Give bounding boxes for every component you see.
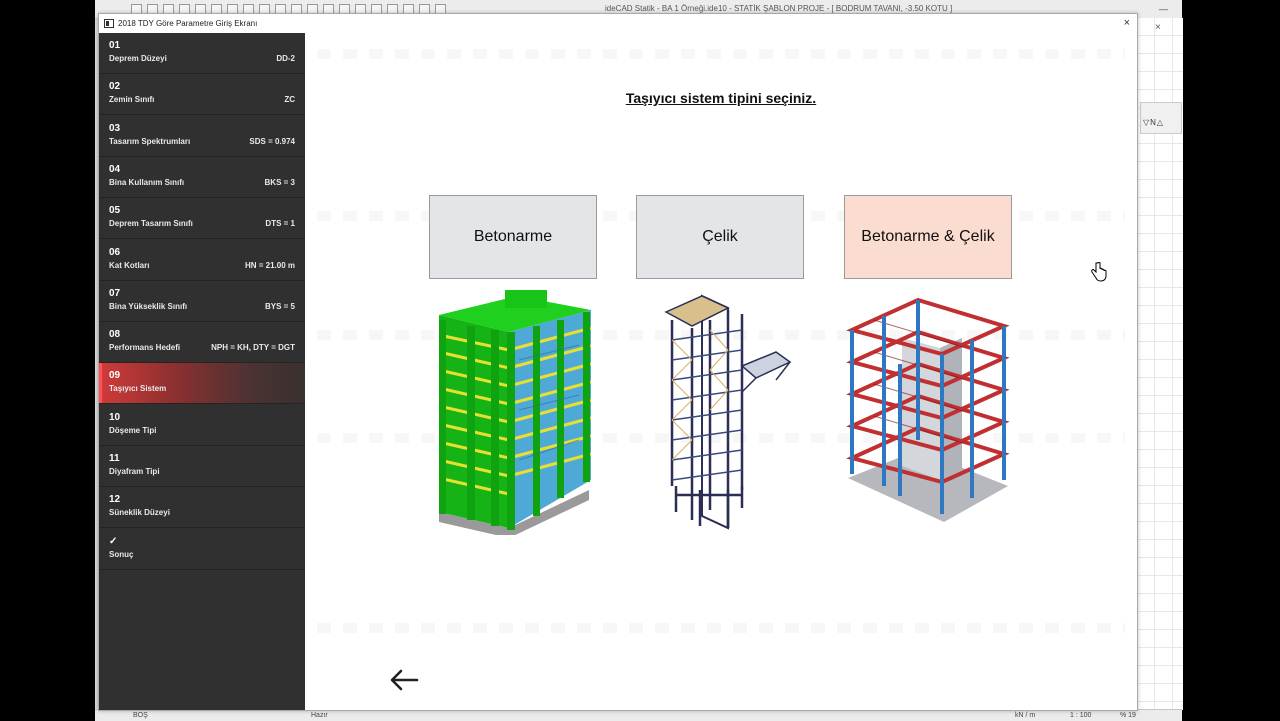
step-item-05[interactable]: 05 Deprem Tasarım Sınıfı DTS = 1 <box>99 198 305 240</box>
reinforced-concrete-building-image <box>438 290 592 535</box>
step-label: Kat Kotları <box>109 260 150 270</box>
step-label: Döşeme Tipi <box>109 425 157 435</box>
step-number: 05 <box>109 205 121 217</box>
step-item-09[interactable]: 09 Taşıyıcı Sistem <box>99 363 305 405</box>
dialog-title: 2018 TDY Göre Parametre Giriş Ekranı <box>118 19 258 28</box>
step-item-03[interactable]: 03 Tasarım Spektrumları SDS = 0.974 <box>99 116 305 157</box>
step-number: ✓ <box>109 535 118 547</box>
step-item-01[interactable]: 01 Deprem Düzeyi DD-2 <box>99 33 305 74</box>
step-number: 12 <box>109 494 121 506</box>
step-label: Performans Hedefi <box>109 343 181 353</box>
step-label: Bina Kullanım Sınıfı <box>109 177 185 187</box>
status-mid: Hazır <box>311 712 328 719</box>
step-value: DD-2 <box>276 54 295 63</box>
status-units: kN / m <box>1015 712 1036 719</box>
step-value: SDS = 0.974 <box>249 136 295 146</box>
dialog-close-button[interactable]: × <box>1124 14 1130 33</box>
composite-building-image <box>846 297 1010 522</box>
step-label: Deprem Tasarım Sınıfı <box>109 219 193 229</box>
step-item-04[interactable]: 04 Bina Kullanım Sınıfı BKS = 3 <box>99 157 305 198</box>
step-label: Taşıyıcı Sistem <box>109 384 167 394</box>
step-label: Bina Yükseklik Sınıfı <box>109 301 188 311</box>
step-number: 10 <box>109 411 121 423</box>
step-number: 08 <box>109 329 121 341</box>
right-panel-close-icon[interactable]: × <box>1155 22 1161 33</box>
content-area: Taşıyıcı sistem tipini seçiniz. Betonarm… <box>305 33 1137 710</box>
step-number: 01 <box>109 40 121 51</box>
step-number: 07 <box>109 287 121 299</box>
step-value: HN = 21.00 m <box>244 260 295 270</box>
step-label: Diyafram Tipi <box>109 467 160 476</box>
question-heading: Taşıyıcı sistem tipini seçiniz. <box>625 90 817 106</box>
step-number: 02 <box>109 81 121 93</box>
option-steel[interactable]: Çelik <box>636 195 804 279</box>
step-value: DTS = 1 <box>265 219 295 229</box>
step-label: Deprem Düzeyi <box>109 54 167 63</box>
step-label: Süneklik Düzeyi <box>109 508 170 518</box>
dialog-titlebar: 2018 TDY Göre Parametre Giriş Ekranı × <box>99 14 1137 33</box>
step-item-02[interactable]: 02 Zemin Sınıfı ZC <box>99 74 305 116</box>
step-item-06[interactable]: 06 Kat Kotları HN = 21.00 m <box>99 240 305 281</box>
background-ghost <box>317 49 1125 59</box>
status-left: BOŞ <box>133 712 148 719</box>
step-number: 03 <box>109 122 121 134</box>
step-item-result[interactable]: ✓ Sonuç <box>99 529 305 570</box>
step-value: ZC <box>284 95 295 105</box>
step-label: Tasarım Spektrumları <box>109 136 191 146</box>
snap-icons[interactable]: ▽N△ <box>1143 118 1164 127</box>
app-minimize-icon[interactable]: — <box>1159 0 1168 18</box>
option-reinforced-concrete[interactable]: Betonarme <box>429 195 597 279</box>
step-value: BKS = 3 <box>264 177 295 187</box>
step-number: 06 <box>109 246 121 258</box>
step-item-12[interactable]: 12 Süneklik Düzeyi <box>99 487 305 529</box>
window-icon <box>104 19 114 28</box>
right-panel: × ▽N△ <box>1136 18 1183 710</box>
step-label: Sonuç <box>109 549 134 559</box>
option-composite[interactable]: Betonarme & Çelik <box>844 195 1012 279</box>
status-zoom: % 19 <box>1120 712 1136 719</box>
step-number: 09 <box>109 370 121 382</box>
step-number: 11 <box>109 453 120 464</box>
back-arrow-icon[interactable] <box>387 665 421 695</box>
status-scale: 1 : 100 <box>1070 712 1092 719</box>
step-item-07[interactable]: 07 Bina Yükseklik Sınıfı BYS = 5 <box>99 281 305 322</box>
step-item-08[interactable]: 08 Performans Hedefi NPH = KH, DTY = DGT <box>99 322 305 364</box>
step-value: NPH = KH, DTY = DGT <box>211 343 295 353</box>
steps-sidebar: 01 Deprem Düzeyi DD-2 02 Zemin Sınıfı ZC 03 Tas… <box>99 33 305 710</box>
steel-frame-building-image <box>664 294 792 530</box>
background-ghost <box>317 623 1125 633</box>
step-label: Zemin Sınıfı <box>109 95 155 105</box>
parameter-dialog: 2018 TDY Göre Parametre Giriş Ekranı × 0… <box>98 13 1138 711</box>
hand-cursor-icon <box>1091 262 1107 282</box>
step-item-11[interactable]: 11 Diyafram Tipi <box>99 446 305 487</box>
step-value: BYS = 5 <box>264 301 295 311</box>
step-number: 04 <box>109 163 121 175</box>
step-item-10[interactable]: 10 Döşeme Tipi <box>99 405 305 446</box>
